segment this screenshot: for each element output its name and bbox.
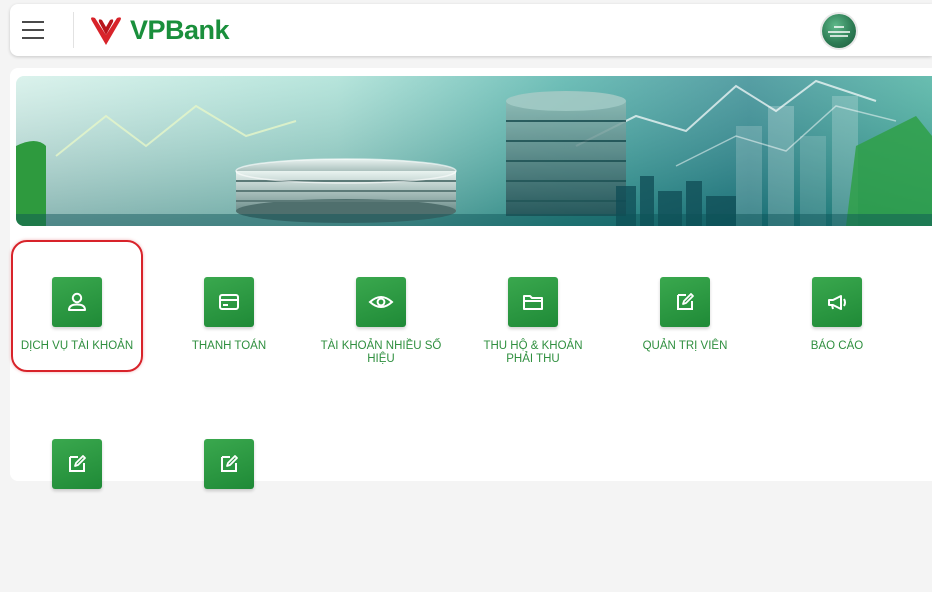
tile-quan-tri-vien[interactable]: QUẢN TRỊ VIÊN [621, 277, 749, 353]
user-icon [68, 292, 86, 311]
header-divider [73, 12, 74, 48]
tile-label: QUẢN TRỊ VIÊN [642, 340, 728, 352]
tile-icon-box [812, 277, 862, 327]
tile-icon-box [356, 277, 406, 327]
tile-icon-box [660, 277, 710, 327]
service-tiles: DỊCH VỤ TÀI KHOẢN THANH TOÁN TÀI KHOẢN N… [10, 68, 932, 489]
megaphone-icon [828, 295, 846, 310]
card-icon [219, 294, 239, 310]
main-content: DỊCH VỤ TÀI KHOẢN THANH TOÁN TÀI KHOẢN N… [10, 68, 932, 489]
edit-icon [677, 293, 694, 310]
tile-label: THANH TOÁN [191, 340, 267, 352]
tile-label: BÁO CÁO [810, 340, 864, 352]
tile-edit-2[interactable] [165, 439, 293, 502]
hamburger-menu-icon[interactable] [22, 21, 44, 39]
brand-name: VPBank [130, 14, 230, 45]
tile-bao-cao[interactable]: BÁO CÁO [773, 277, 901, 353]
tile-tai-khoan-nhieu-so-hieu[interactable]: TÀI KHOẢN NHIỀU SỐ HIỆU [317, 277, 445, 366]
tile-icon-box [52, 439, 102, 489]
tile-icon-box [204, 277, 254, 327]
tile-thu-ho-khoan-phai-thu[interactable]: THU HỘ & KHOẢN PHẢI THU [469, 277, 597, 366]
tile-icon-box [508, 277, 558, 327]
user-avatar[interactable] [822, 14, 856, 48]
eye-icon [368, 296, 394, 308]
tile-thanh-toan[interactable]: THANH TOÁN [165, 277, 293, 353]
tile-icon-box [204, 439, 254, 489]
tile-edit-1[interactable] [13, 439, 141, 502]
tile-label: THU HỘ & KHOẢN PHẢI THU [483, 340, 583, 365]
edit-icon [69, 455, 86, 472]
tile-icon-box [52, 277, 102, 327]
vpbank-logo-mark-icon [91, 17, 121, 45]
tile-dich-vu-tai-khoan[interactable]: DỊCH VỤ TÀI KHOẢN [13, 277, 141, 353]
folder-icon [523, 295, 543, 310]
vpbank-logo[interactable]: VPBank [86, 12, 230, 48]
edit-icon [221, 455, 238, 472]
tile-label: TÀI KHOẢN NHIỀU SỐ HIỆU [320, 340, 442, 365]
top-bar: VPBank [10, 4, 932, 56]
tile-label: DỊCH VỤ TÀI KHOẢN [20, 340, 134, 352]
